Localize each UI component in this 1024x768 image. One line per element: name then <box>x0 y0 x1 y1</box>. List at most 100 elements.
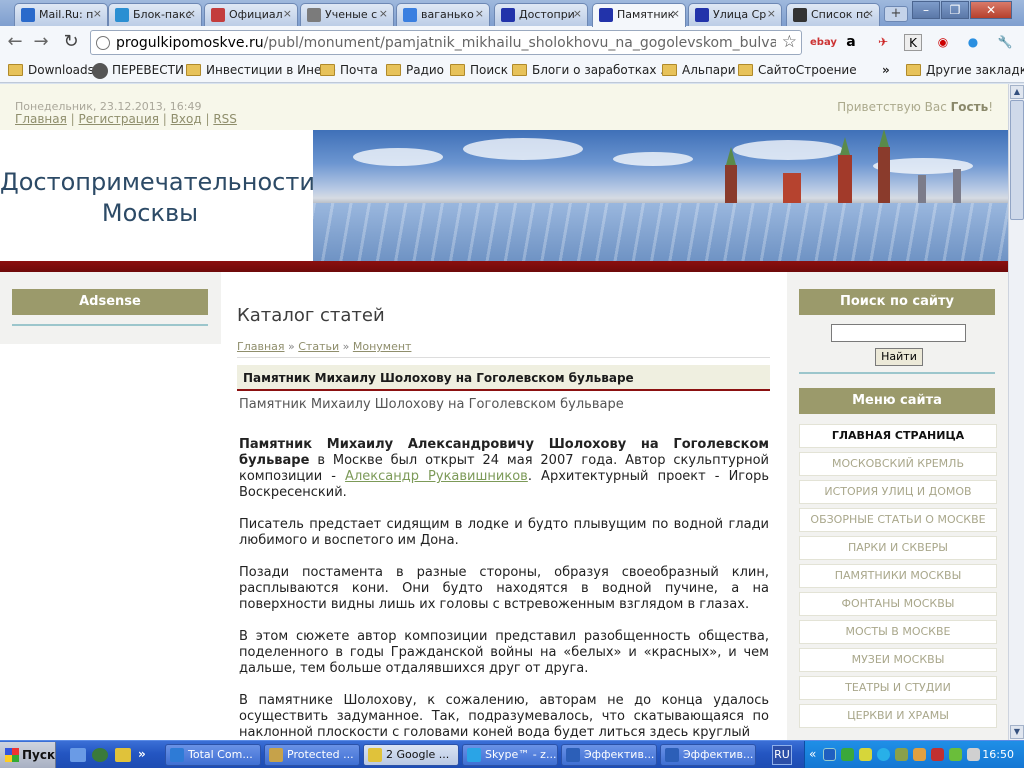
menu-item[interactable]: ПАМЯТНИКИ МОСКВЫ <box>799 564 997 588</box>
k-extension-icon[interactable]: K <box>904 34 922 51</box>
bookmark-item[interactable]: ПЕРЕВЕСТИ <box>92 63 184 79</box>
site-search-button[interactable]: Найти <box>875 348 923 366</box>
taskbar-button[interactable]: Total Com... <box>165 744 261 766</box>
system-tray: « 16:50 <box>804 741 1024 768</box>
menu-item[interactable]: ТЕАТРЫ И СТУДИИ <box>799 676 997 700</box>
other-bookmarks-folder[interactable]: Другие закладки <box>906 63 1024 77</box>
site-title[interactable]: Достопримечательности Москвы <box>0 167 315 229</box>
tab-close-icon[interactable]: × <box>379 7 388 20</box>
taskbar-button[interactable]: Skype™ - z... <box>462 744 558 766</box>
link-register[interactable]: Регистрация <box>79 112 159 126</box>
new-tab-button[interactable]: + <box>884 6 908 22</box>
bookmark-item[interactable]: Инвестиции в Инете <box>186 63 336 77</box>
bookmark-item[interactable]: Downloads <box>8 63 94 77</box>
taskbar-button[interactable]: Эффектив... <box>660 744 756 766</box>
wrench-menu-icon[interactable]: 🔧 <box>994 34 1016 51</box>
breadcrumb-home[interactable]: Главная <box>237 340 285 353</box>
bookmark-item[interactable]: Почта <box>320 63 378 77</box>
tab-close-icon[interactable]: × <box>475 7 484 20</box>
bookmark-star-icon[interactable]: ☆ <box>782 32 797 52</box>
maximize-button[interactable]: ❐ <box>941 1 969 19</box>
tray-overflow[interactable]: « <box>809 748 822 761</box>
tab-close-icon[interactable]: × <box>283 7 292 20</box>
taskbar-button[interactable]: Protected ... <box>264 744 360 766</box>
record-extension-icon[interactable]: ◉ <box>934 34 952 51</box>
tray-volume-icon[interactable] <box>967 748 980 761</box>
tab-close-icon[interactable]: × <box>187 7 196 20</box>
menu-item[interactable]: МОСКОВСКИЙ КРЕМЛЬ <box>799 452 997 476</box>
back-icon[interactable]: ← <box>4 31 26 53</box>
page-info-icon[interactable] <box>96 36 110 50</box>
bookmark-item[interactable]: Радио <box>386 63 444 77</box>
menu-item[interactable]: МОСТЫ В МОСКВЕ <box>799 620 997 644</box>
browser-tab[interactable]: Ученые с × <box>300 3 394 26</box>
breadcrumb-monument[interactable]: Монумент <box>353 340 412 353</box>
chat-extension-icon[interactable]: ● <box>964 34 982 51</box>
forward-icon[interactable]: → <box>30 31 52 53</box>
travel-extension-icon[interactable]: ✈ <box>874 34 892 51</box>
menu-item[interactable]: ФОНТАНЫ МОСКВЫ <box>799 592 997 616</box>
url-text[interactable]: progulkipomoskve.ru/publ/monument/pamjat… <box>116 35 776 51</box>
scroll-up-arrow-icon[interactable]: ▲ <box>1010 85 1024 99</box>
start-button[interactable]: Пуск <box>0 742 56 768</box>
minimize-button[interactable]: – <box>912 1 940 19</box>
scroll-down-arrow-icon[interactable]: ▼ <box>1010 725 1024 739</box>
tab-close-icon[interactable]: × <box>93 7 102 20</box>
tray-skype-icon[interactable] <box>877 748 890 761</box>
menu-item[interactable]: ИСТОРИЯ УЛИЦ И ДОМОВ <box>799 480 997 504</box>
site-search-input[interactable] <box>831 324 966 342</box>
browser-tab[interactable]: ваганько × <box>396 3 490 26</box>
tab-close-icon[interactable]: × <box>573 7 582 20</box>
menu-item[interactable]: ГЛАВНАЯ СТРАНИЦА <box>799 424 997 448</box>
browser-tab[interactable]: Памятник × <box>592 3 686 27</box>
bookmark-item[interactable]: Поиск <box>450 63 508 77</box>
menu-item[interactable]: ОБЗОРНЫЕ СТАТЬИ О МОСКВЕ <box>799 508 997 532</box>
bookmark-item[interactable]: Блоги о заработках ... <box>512 63 672 77</box>
link-rss[interactable]: RSS <box>213 112 237 126</box>
folder-icon <box>186 64 201 76</box>
taskbar-button[interactable]: 2 Google ... <box>363 744 459 766</box>
tab-close-icon[interactable]: × <box>671 7 680 20</box>
bookmarks-overflow-chevron[interactable]: » <box>882 63 890 77</box>
tray-shield-icon[interactable] <box>859 748 872 761</box>
menu-item[interactable]: ЦЕРКВИ И ХРАМЫ <box>799 704 997 728</box>
tray-security-icon[interactable] <box>931 748 944 761</box>
menu-item[interactable]: МУЗЕИ МОСКВЫ <box>799 648 997 672</box>
browser-tab[interactable]: Улица Ср × <box>688 3 782 26</box>
browser-tab[interactable]: Блок-пакс × <box>108 3 202 26</box>
sculptor-link[interactable]: Александр Рукавишников <box>345 469 528 484</box>
system-clock[interactable]: 16:50 <box>982 748 1014 761</box>
tray-antivirus-icon[interactable] <box>841 748 854 761</box>
language-indicator[interactable]: RU <box>772 745 792 765</box>
greeting: Приветствую Вас Гость! <box>837 100 993 114</box>
bookmark-item[interactable]: Альпари <box>662 63 736 77</box>
show-desktop-icon[interactable] <box>70 748 86 762</box>
link-home[interactable]: Главная <box>15 112 67 126</box>
scrollbar-thumb[interactable] <box>1010 100 1024 220</box>
menu-item[interactable]: ПАРКИ И СКВЕРЫ <box>799 536 997 560</box>
bookmark-item[interactable]: СайтоСтроение <box>738 63 857 77</box>
browser-tab[interactable]: Официал × <box>204 3 298 26</box>
address-bar[interactable]: progulkipomoskve.ru/publ/monument/pamjat… <box>90 30 802 55</box>
taskbar-button[interactable]: Эффектив... <box>561 744 657 766</box>
browser-tab[interactable]: Достопри × <box>494 3 588 26</box>
browser-tab[interactable]: Список пс × <box>786 3 880 26</box>
ebay-extension-icon[interactable]: ebay <box>810 34 837 51</box>
tray-update-icon[interactable] <box>949 748 962 761</box>
close-window-button[interactable]: ✕ <box>970 1 1012 19</box>
task-app-icon <box>467 748 481 762</box>
tray-cat-icon[interactable] <box>913 748 926 761</box>
amazon-extension-icon[interactable]: a <box>842 34 860 51</box>
quicklaunch-gear-icon[interactable] <box>92 748 108 762</box>
breadcrumb-articles[interactable]: Статьи <box>298 340 339 353</box>
tray-network-icon[interactable] <box>823 748 836 761</box>
quicklaunch-overflow[interactable]: » <box>138 748 154 762</box>
reload-icon[interactable]: ↻ <box>60 31 82 53</box>
quicklaunch-folder-icon[interactable] <box>115 748 131 762</box>
tab-close-icon[interactable]: × <box>865 7 874 20</box>
tab-close-icon[interactable]: × <box>767 7 776 20</box>
tray-app-icon[interactable] <box>895 748 908 761</box>
browser-tab[interactable]: Mail.Ru: п × <box>14 3 108 26</box>
page-scrollbar[interactable]: ▲ ▼ <box>1008 84 1024 740</box>
link-login[interactable]: Вход <box>171 112 202 126</box>
